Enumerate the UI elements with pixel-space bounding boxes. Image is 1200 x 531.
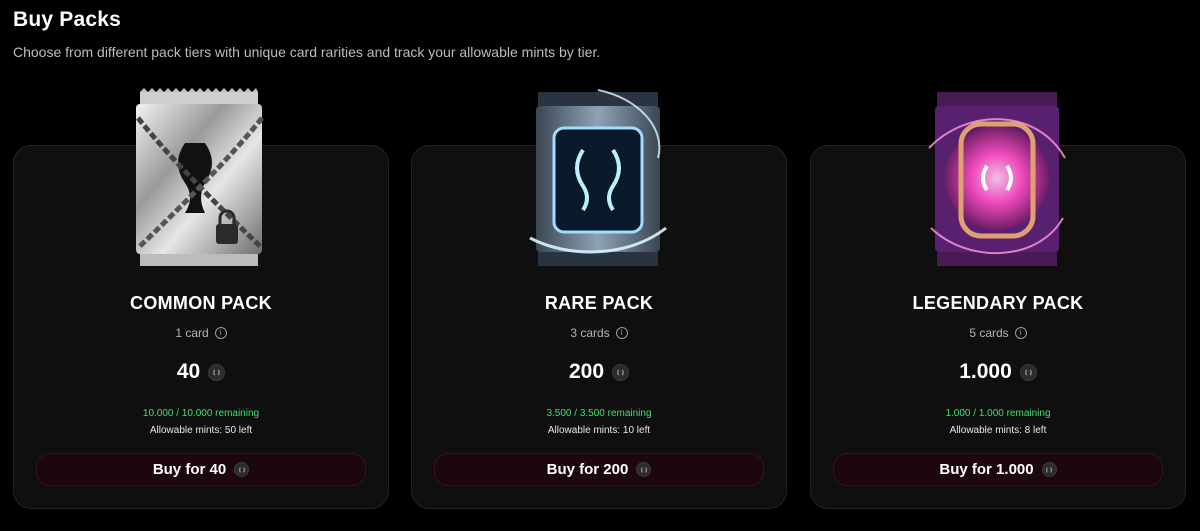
pack-name-common: COMMON PACK — [130, 293, 272, 313]
buy-button-label: Buy for 200 — [546, 461, 629, 478]
page-subtitle: Choose from different pack tiers with un… — [13, 44, 601, 60]
common-pack-image — [130, 88, 270, 270]
info-icon[interactable]: i — [615, 327, 628, 339]
buy-rare-button[interactable]: Buy for 200 — [434, 453, 764, 486]
pack-name-rare: RARE PACK — [544, 293, 654, 313]
card-count-label: 5 cards — [969, 326, 1009, 340]
allowable-mints-legendary: Allowable mints: 8 left — [949, 425, 1047, 436]
pack-price-legendary: 1.000 — [810, 360, 1186, 384]
coin-icon — [1041, 462, 1057, 477]
remaining-supply-rare: 3.500 / 3.500 remaining — [546, 408, 652, 419]
price-value: 200 — [568, 360, 605, 383]
coin-icon — [1019, 363, 1037, 381]
pack-price-common: 40 — [13, 360, 389, 384]
pack-card-count-legendary: 5 cards i — [810, 326, 1186, 340]
remaining-supply-common: 10.000 / 10.000 remaining — [142, 408, 260, 419]
info-icon[interactable]: i — [1014, 327, 1027, 339]
coin-icon — [208, 363, 226, 381]
coin-icon — [612, 363, 630, 381]
buy-button-label: Buy for 1.000 — [939, 461, 1034, 478]
remaining-supply-legendary: 1.000 / 1.000 remaining — [945, 408, 1051, 419]
coin-icon — [234, 462, 250, 477]
buy-packs-page: Buy Packs Choose from different pack tie… — [0, 0, 1200, 531]
info-icon[interactable]: i — [214, 327, 227, 339]
allowable-mints-rare: Allowable mints: 10 left — [547, 425, 651, 436]
card-count-label: 1 card — [175, 326, 209, 340]
pack-price-rare: 200 — [411, 360, 787, 384]
coin-icon — [636, 462, 652, 477]
legendary-pack-image — [927, 88, 1067, 270]
price-value: 40 — [176, 360, 201, 383]
pack-card-count-common: 1 card i — [13, 326, 389, 340]
allowable-mints-common: Allowable mints: 50 left — [149, 425, 253, 436]
pack-card-count-rare: 3 cards i — [411, 326, 787, 340]
buy-button-label: Buy for 40 — [152, 461, 227, 478]
card-count-label: 3 cards — [570, 326, 610, 340]
price-value: 1.000 — [959, 360, 1012, 383]
buy-legendary-button[interactable]: Buy for 1.000 — [833, 453, 1163, 486]
pack-name-legendary: LEGENDARY PACK — [912, 293, 1084, 313]
buy-common-button[interactable]: Buy for 40 — [36, 453, 366, 486]
rare-pack-image — [528, 88, 668, 270]
page-title: Buy Packs — [13, 8, 122, 31]
